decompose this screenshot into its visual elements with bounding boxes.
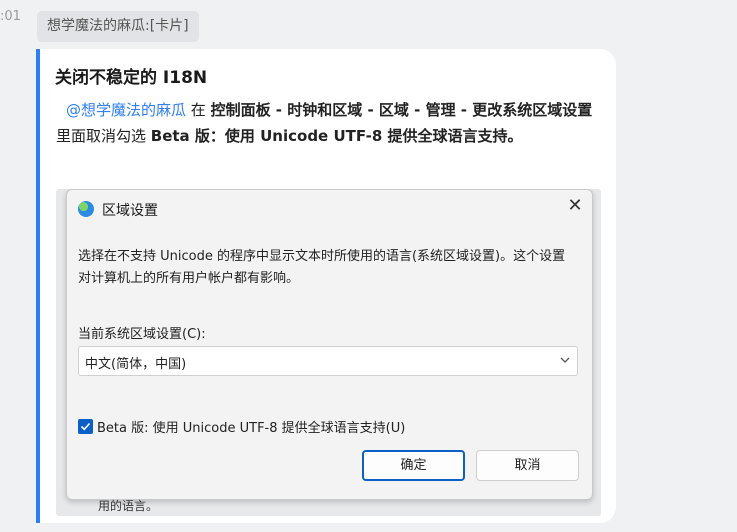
dialog-description: 选择在不支持 Unicode 的程序中显示文本时所使用的语言(系统区域设置)。这… <box>78 249 566 286</box>
option-name: Beta 版：使用 Unicode UTF-8 提供全球语言支持。 <box>150 127 523 145</box>
embedded-screenshot: 区域设置 ✕ 选择在不支持 Unicode 的程序中显示文本时所使用的语言(系统… <box>56 189 601 516</box>
card-body: @想学魔法的麻瓜 在 控制面板 - 时钟和区域 - 区域 - 管理 - 更改系统… <box>56 97 601 149</box>
dialog-title: 区域设置 <box>102 203 158 219</box>
sender-chip[interactable]: 想学魔法的麻瓜:[卡片] <box>37 11 199 42</box>
utf8-checkbox-row[interactable]: Beta 版: 使用 Unicode UTF-8 提供全球语言支持(U) <box>78 416 406 436</box>
message-card: 关闭不稳定的 I18N @想学魔法的麻瓜 在 控制面板 - 时钟和区域 - 区域… <box>36 49 616 523</box>
locale-value: 中文(简体，中国) <box>85 357 187 372</box>
card-text-1: 在 <box>186 101 211 119</box>
checkbox-label: Beta 版: 使用 Unicode UTF-8 提供全球语言支持(U) <box>97 421 406 436</box>
card-accent-bar <box>36 49 40 523</box>
checkbox[interactable] <box>78 419 93 434</box>
chevron-down-icon <box>560 357 570 363</box>
card-title: 关闭不稳定的 I18N <box>55 68 208 88</box>
checkmark-icon <box>80 422 91 431</box>
underlying-text: 用的语言。 <box>98 499 159 513</box>
user-mention[interactable]: @想学魔法的麻瓜 <box>66 101 186 119</box>
message-timestamp: :01 <box>0 9 21 24</box>
globe-icon <box>78 201 94 217</box>
cancel-button[interactable]: 取消 <box>476 450 579 481</box>
region-settings-dialog: 区域设置 ✕ 选择在不支持 Unicode 的程序中显示文本时所使用的语言(系统… <box>66 189 593 500</box>
locale-label: 当前系统区域设置(C): <box>78 327 206 342</box>
close-icon[interactable]: ✕ <box>564 195 586 217</box>
locale-select[interactable]: 中文(简体，中国) <box>78 346 578 376</box>
ok-button[interactable]: 确定 <box>362 450 465 481</box>
card-text-2: 里面取消勾选 <box>56 127 151 145</box>
settings-path: 控制面板 - 时钟和区域 - 区域 - 管理 - 更改系统区域设置 <box>210 101 593 119</box>
